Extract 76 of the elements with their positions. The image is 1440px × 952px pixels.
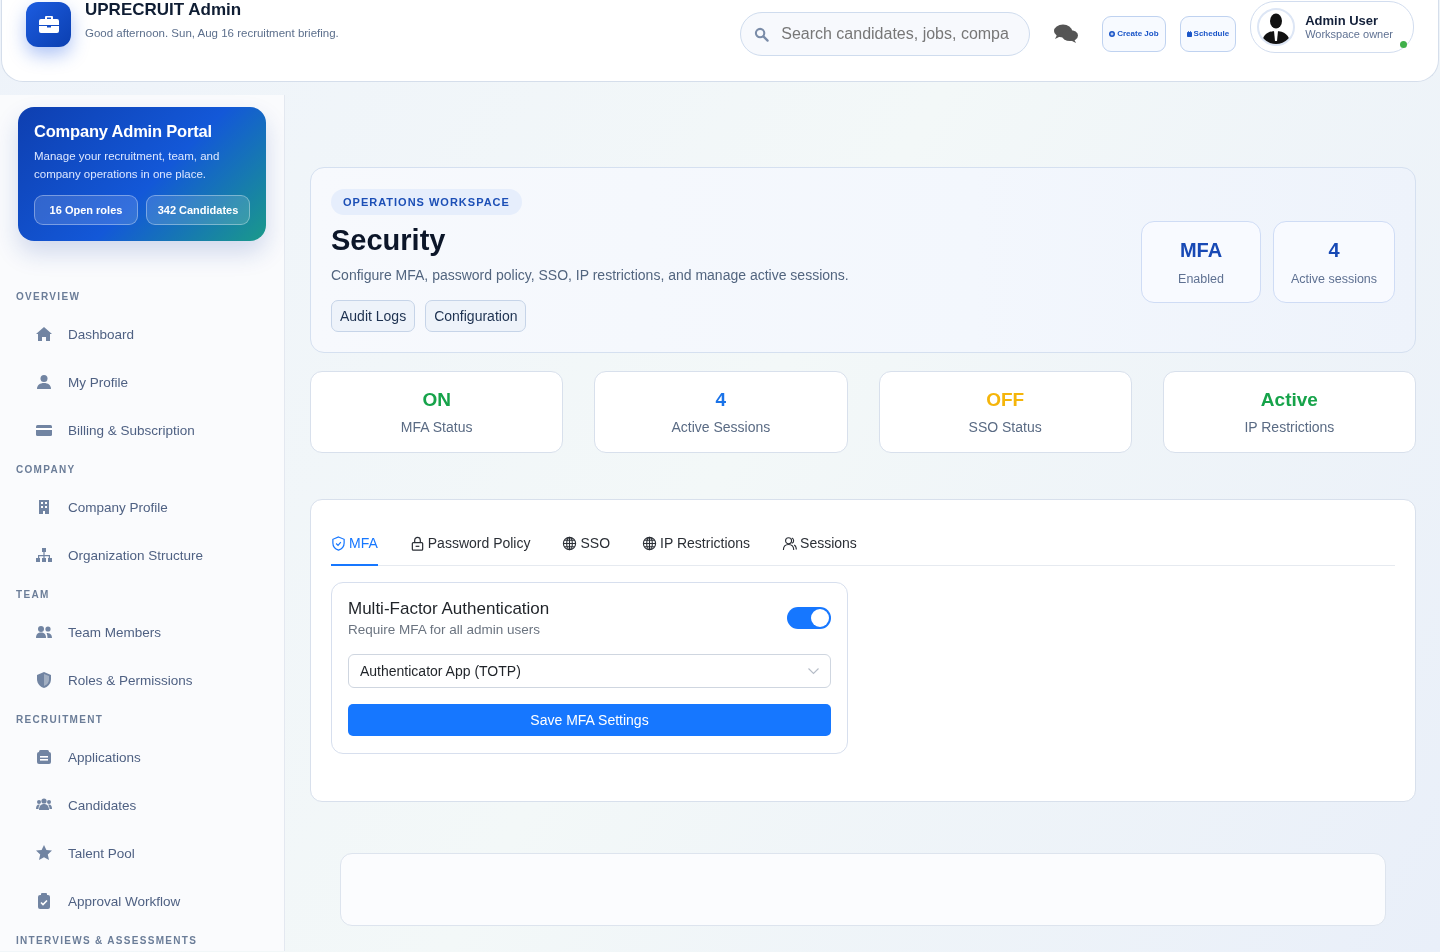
stat-value: Active <box>1260 389 1318 411</box>
group-icon <box>36 797 52 813</box>
card-title: Multi-Factor Authentication <box>348 599 550 619</box>
method-dropdown[interactable]: Authenticator App (TOTP) <box>348 654 831 688</box>
star-icon <box>36 845 52 861</box>
tab[interactable]: IP Restrictions <box>642 520 751 566</box>
nav-item[interactable]: Talent Pool <box>18 829 266 877</box>
nav-item[interactable]: Organization Structure <box>18 531 266 579</box>
section-heading: TEAM <box>16 589 51 600</box>
nav-item[interactable]: Company Profile <box>18 483 266 531</box>
tile-label: Enabled <box>1178 271 1224 286</box>
stat-chip: 16 Open roles <box>34 195 138 225</box>
save-button[interactable]: Save MFA Settings <box>348 704 831 736</box>
tab[interactable]: Password Policy <box>409 520 531 566</box>
building-icon <box>36 499 52 515</box>
nav-item[interactable]: My Profile <box>18 358 266 406</box>
tab[interactable]: MFA <box>331 520 378 566</box>
section-heading: INTERVIEWS & ASSESSMENTS <box>16 935 199 946</box>
shield-check-icon <box>331 535 346 551</box>
user-menu[interactable]: Admin User Workspace owner <box>1250 0 1414 53</box>
nav-item[interactable]: Applications <box>18 733 266 781</box>
chat-bubbles-icon[interactable] <box>1054 24 1079 43</box>
page-title: Security <box>331 224 447 257</box>
stat-label: IP Restrictions <box>1244 419 1335 435</box>
greeting-text: Good afternoon. Sun, Aug 16 recruitment briefing. <box>85 27 339 39</box>
user-role: Workspace owner <box>1305 28 1393 40</box>
padlock-icon <box>409 535 425 551</box>
nav-item[interactable]: Billing & Subscription <box>18 406 266 454</box>
tab[interactable]: SSO <box>562 520 611 566</box>
chevron-down-icon <box>808 667 819 675</box>
stat-label: SSO Status <box>968 419 1042 435</box>
people-icon <box>782 535 798 551</box>
stat-label: MFA Status <box>400 419 473 435</box>
page-description: Configure MFA, password policy, SSO, IP restrictions, and manage active sessions. <box>331 267 850 283</box>
stat-label: Active Sessions <box>671 419 771 435</box>
nav-item[interactable]: Team Members <box>18 608 266 656</box>
inbox-icon <box>36 749 52 765</box>
card-subtitle: Require MFA for all admin users <box>348 622 542 637</box>
tile-label: Active sessions <box>1290 271 1378 286</box>
app-title: UPRECRUIT Admin <box>85 0 243 20</box>
nav-item[interactable]: Roles & Permissions <box>18 656 266 704</box>
tile-value: 4 <box>1328 238 1340 262</box>
section-heading: COMPANY <box>16 464 77 475</box>
clipboard-check-icon <box>36 893 52 909</box>
search-field[interactable]: Search candidates, jobs, compa <box>740 11 1031 56</box>
house-icon <box>36 326 52 342</box>
stat-value: 4 <box>715 389 727 411</box>
user-name: Admin User <box>1305 13 1380 28</box>
plus-circle-icon <box>1109 30 1116 37</box>
workspace-badge: OPERATIONS WORKSPACE <box>331 189 522 215</box>
schedule-button[interactable]: Schedule <box>1179 15 1237 52</box>
tab[interactable]: Sessions <box>782 520 857 566</box>
tile-value: MFA <box>1179 238 1223 262</box>
nav-item[interactable]: Candidates <box>18 781 266 829</box>
nav-item[interactable]: Approval Workflow <box>18 877 266 925</box>
calendar-icon <box>1186 30 1192 37</box>
globe-icon <box>562 535 578 551</box>
promo-title: Company Admin Portal <box>34 122 213 141</box>
briefcase-icon <box>38 16 59 33</box>
link-button[interactable]: Audit Logs <box>331 300 416 332</box>
section-heading: OVERVIEW <box>16 291 82 302</box>
org-chart-icon <box>36 547 52 563</box>
stat-chip: 342 Candidates <box>146 195 250 225</box>
globe-icon <box>642 535 658 551</box>
promo-text: Manage your recruitment, team, and company operations in one place. <box>34 149 221 182</box>
person-icon <box>36 374 52 390</box>
nav-item[interactable]: Dashboard <box>18 310 266 358</box>
stat-value: ON <box>422 389 451 411</box>
section-heading: RECRUITMENT <box>16 714 105 725</box>
create-job-button[interactable]: Create Job <box>1102 15 1166 52</box>
people-icon <box>36 624 52 640</box>
stat-value: OFF <box>986 389 1025 411</box>
link-button[interactable]: Configuration <box>425 300 527 332</box>
credit-card-icon <box>36 422 52 438</box>
shield-icon <box>36 672 52 688</box>
toggle-switch[interactable] <box>787 607 831 629</box>
